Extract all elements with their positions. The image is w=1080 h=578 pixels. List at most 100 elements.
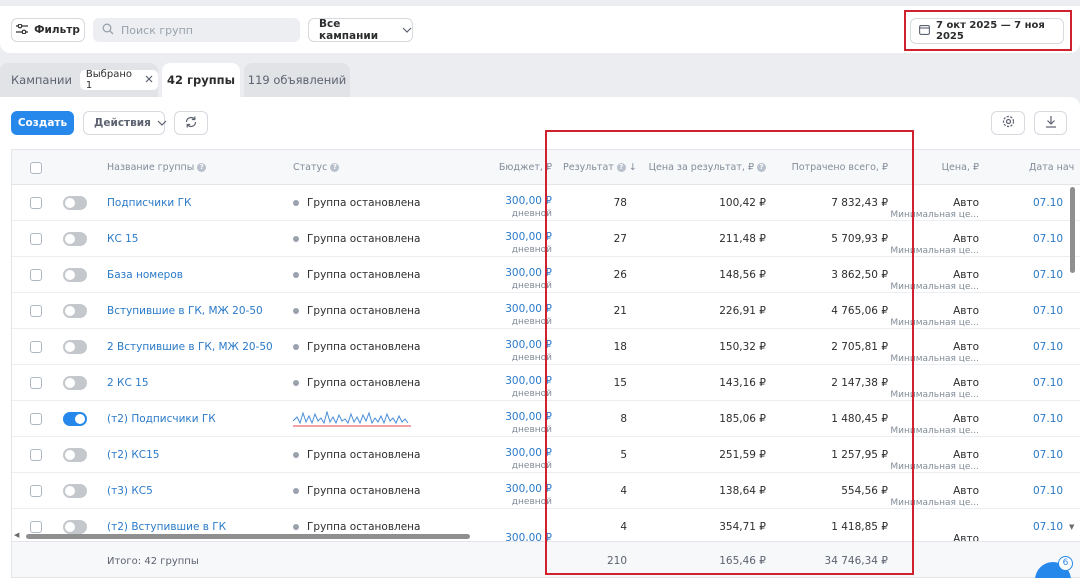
status-cell: Группа остановлена [293, 221, 420, 257]
group-toggle[interactable] [63, 376, 87, 390]
group-toggle[interactable] [63, 412, 87, 426]
row-checkbox[interactable] [30, 341, 42, 353]
highlight-metrics-columns [545, 130, 914, 575]
group-name-link[interactable]: (т2) КС15 [107, 437, 159, 473]
row-checkbox[interactable] [30, 449, 42, 461]
start-date-link[interactable]: 07.10 [1033, 365, 1063, 401]
start-date-link[interactable]: 07.10 [1033, 221, 1063, 257]
start-date-link[interactable]: 07.10 [1033, 185, 1063, 221]
col-status[interactable]: Статус? [293, 150, 340, 185]
group-name-link[interactable]: Вступившие в ГК, МЖ 20-50 [107, 293, 263, 329]
toggle-cell [63, 221, 87, 257]
refresh-button[interactable] [174, 111, 208, 135]
toggle-cell [63, 185, 87, 221]
row-checkbox[interactable] [30, 197, 42, 209]
budget-cell: 300,00 ₽ дневной [452, 401, 552, 437]
groups-panel: Создать Действия Название группы? Статус… [0, 97, 1080, 578]
group-toggle[interactable] [63, 232, 87, 246]
group-name-link[interactable]: 2 Вступившие в ГК, МЖ 20-50 [107, 329, 273, 365]
toggle-cell [63, 257, 87, 293]
start-date-link[interactable]: 07.10 [1033, 293, 1063, 329]
col-status-label: Статус [293, 162, 328, 173]
col-budget[interactable]: Бюджет, ₽ [452, 150, 552, 185]
row-checkbox[interactable] [30, 485, 42, 497]
budget-cell: 300,00 ₽ дневной [452, 437, 552, 473]
start-date-link[interactable]: 07.10 [1033, 257, 1063, 293]
status-dot [293, 380, 299, 386]
price-value: Авто [953, 269, 979, 281]
row-checkbox-cell [30, 401, 42, 437]
row-checkbox[interactable] [30, 233, 42, 245]
tab-ads[interactable]: 119 объявлений [244, 63, 350, 97]
group-toggle[interactable] [63, 196, 87, 210]
group-toggle[interactable] [63, 340, 87, 354]
col-date-label: Дата нач [1029, 162, 1075, 173]
status-text: Группа остановлена [307, 449, 421, 461]
search-input[interactable] [121, 23, 291, 37]
start-date-link[interactable]: 07.10 [1033, 473, 1063, 509]
start-date-link[interactable]: 07.10 [1033, 437, 1063, 473]
tab-campaigns-label: Кампании [11, 73, 72, 87]
download-button[interactable] [1034, 111, 1067, 135]
chevron-down-icon [402, 24, 412, 36]
row-checkbox-cell [30, 437, 42, 473]
status-cell: Группа остановлена [293, 437, 420, 473]
status-text: Группа остановлена [307, 485, 421, 497]
scroll-down-arrow-icon[interactable]: ▼ [1069, 523, 1074, 531]
select-all-checkbox[interactable] [30, 161, 42, 174]
horizontal-scroll-thumb[interactable] [26, 534, 470, 539]
create-button[interactable]: Создать [11, 111, 74, 135]
close-icon[interactable] [145, 75, 153, 86]
toggle-cell [63, 329, 87, 365]
filter-button[interactable]: Фильтр [11, 18, 85, 42]
sliders-icon [16, 23, 29, 37]
vertical-scroll-thumb[interactable] [1070, 187, 1075, 273]
price-value: Авто [953, 449, 979, 461]
row-checkbox[interactable] [30, 305, 42, 317]
group-toggle[interactable] [63, 304, 87, 318]
selected-chip: Выбрано 1 [79, 69, 158, 91]
col-start-date[interactable]: Дата нач [1029, 150, 1074, 185]
row-checkbox[interactable] [30, 521, 42, 533]
status-dot [293, 524, 299, 530]
group-name-link[interactable]: Подписчики ГК [107, 185, 191, 221]
status-dot [293, 272, 299, 278]
col-name[interactable]: Название группы? [107, 150, 207, 185]
group-toggle[interactable] [63, 484, 87, 498]
row-checkbox[interactable] [30, 377, 42, 389]
status-dot [293, 344, 299, 350]
gear-icon [1002, 115, 1015, 131]
group-toggle[interactable] [63, 520, 87, 534]
budget-cell: 300,00 ₽ дневной [452, 293, 552, 329]
tab-groups[interactable]: 42 группы [162, 63, 240, 97]
help-icon[interactable]: ? [330, 163, 340, 172]
status-text: Группа остановлена [307, 269, 421, 281]
group-name-link[interactable]: КС 15 [107, 221, 139, 257]
toggle-cell [63, 293, 87, 329]
actions-dropdown[interactable]: Действия [83, 111, 167, 135]
group-toggle[interactable] [63, 268, 87, 282]
group-name-link[interactable]: 2 КС 15 [107, 365, 149, 401]
group-name-link[interactable]: (т2) Подписчики ГК [107, 401, 216, 437]
row-checkbox[interactable] [30, 413, 42, 425]
help-icon[interactable]: ? [197, 163, 207, 172]
budget-cell: 300,00 ₽ дневной [452, 365, 552, 401]
table-settings-button[interactable] [991, 111, 1025, 135]
group-name-link[interactable]: (т3) КС5 [107, 473, 153, 509]
selected-chip-label: Выбрано 1 [85, 69, 132, 91]
status-text: Группа остановлена [307, 233, 421, 245]
chat-badge: 6 [1058, 556, 1073, 571]
campaign-select-label: Все кампании [319, 18, 379, 42]
budget-cell: 300,00 ₽ дневной [452, 329, 552, 365]
start-date-link[interactable]: 07.10 [1033, 401, 1063, 437]
select-all-cell [30, 150, 42, 185]
status-cell: Группа остановлена [293, 329, 420, 365]
campaign-select[interactable]: Все кампании [308, 18, 413, 42]
scroll-left-arrow-icon[interactable]: ◀ [14, 531, 19, 539]
group-toggle[interactable] [63, 448, 87, 462]
group-name-link[interactable]: База номеров [107, 257, 183, 293]
row-checkbox[interactable] [30, 269, 42, 281]
status-text: Группа остановлена [307, 197, 421, 209]
start-date-link[interactable]: 07.10 [1033, 329, 1063, 365]
tab-campaigns[interactable]: Кампании Выбрано 1 [0, 63, 158, 97]
